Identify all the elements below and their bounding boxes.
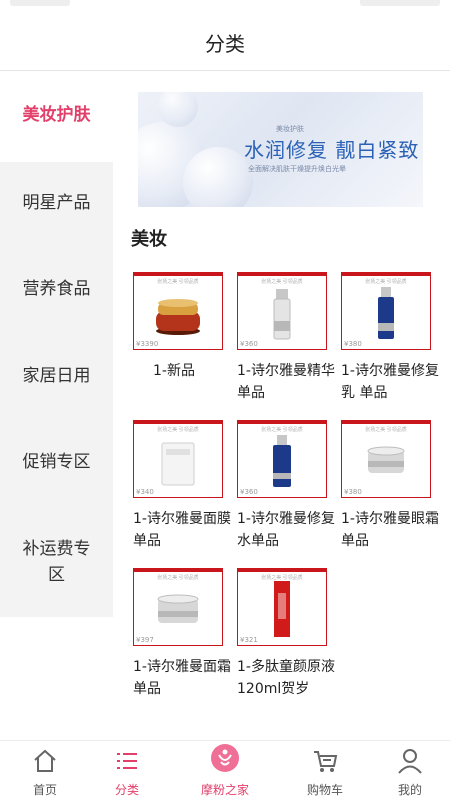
sidebar-item-label: 补运费专区: [22, 539, 91, 585]
sidebar-item-label: 美妆护肤: [22, 105, 91, 125]
product-image: 张扬之美 引领品质 ¥340: [133, 420, 223, 498]
product-image: 张扬之美 引领品质 ¥380: [341, 420, 431, 498]
toner-bottle-product-icon: [273, 435, 291, 487]
product-image: 张扬之美 引领品质 ¥360: [237, 272, 327, 350]
category-icon: [117, 753, 137, 769]
product-price: ¥380: [344, 488, 362, 496]
sidebar-item-label: 营养食品: [22, 279, 91, 299]
tab-brand-home[interactable]: 摩粉之家: [180, 741, 270, 801]
sidebar-item-nutrition-food[interactable]: 营养食品: [0, 276, 113, 302]
blue-bottle-product-icon: [378, 287, 394, 339]
sidebar-item-label: 促销专区: [22, 452, 91, 472]
product-price: ¥3390: [136, 340, 159, 348]
product-name: 1-诗尔雅曼修复乳 单品: [341, 363, 439, 401]
cart-icon: [314, 751, 338, 772]
tab-me[interactable]: 我的: [365, 741, 450, 801]
tab-label: 分类: [114, 783, 139, 797]
banner-headline: 水润修复 靓白紧致: [244, 138, 420, 162]
header: 分类: [0, 0, 450, 71]
banner-subtitle: 全面解决肌肤干燥提升焕白光晕: [248, 165, 346, 173]
product-image: 张扬之美 引领品质 ¥380: [341, 272, 431, 350]
sidebar-item-label: 家居日用: [22, 366, 91, 386]
serum-box-product-icon: [274, 581, 290, 637]
eye-cream-jar-product-icon: [367, 446, 405, 473]
sidebar-item-home-daily[interactable]: 家居日用: [0, 363, 113, 389]
page-title: 分类: [205, 32, 245, 56]
sidebar-item-shipping-fee[interactable]: 补运费专区: [0, 536, 113, 588]
product-name: 1-新品: [153, 363, 195, 379]
status-bar-left: [10, 0, 70, 6]
product-image: 张扬之美 引领品质 ¥3390: [133, 272, 223, 350]
category-sidebar: 美妆护肤 明星产品 营养食品 家居日用 促销专区 补运费专区: [0, 72, 113, 617]
bottom-tab-bar: 首页 分类 摩粉之家 购物车 我的: [0, 740, 450, 801]
promo-banner[interactable]: 美妆护肤 水润修复 靓白紧致 全面解决肌肤干燥提升焕白光晕: [138, 92, 423, 207]
product-price: ¥360: [240, 340, 258, 348]
tab-label: 购物车: [306, 783, 343, 797]
mask-box-product-icon: [161, 442, 195, 486]
product-name: 1-诗尔雅曼精华单品: [237, 363, 335, 401]
tab-cart[interactable]: 购物车: [280, 741, 370, 801]
home-icon: [34, 749, 56, 772]
product-image: 张扬之美 引领品质 ¥360: [237, 420, 327, 498]
product-name: 1-诗尔雅曼修复水单品: [237, 511, 335, 549]
status-bar-right: [360, 0, 440, 6]
tab-home[interactable]: 首页: [0, 741, 90, 801]
banner-kicker: 美妆护肤: [276, 125, 304, 133]
banner-bubble: [183, 147, 253, 207]
product-price: ¥321: [240, 636, 258, 644]
product-price: ¥380: [344, 340, 362, 348]
bottle-product-icon: [273, 289, 291, 340]
product-price: ¥340: [136, 488, 154, 496]
product-name: 1-诗尔雅曼面膜单品: [133, 511, 231, 549]
brand-icon: [211, 744, 239, 772]
sidebar-item-promotion[interactable]: 促销专区: [0, 449, 113, 475]
jar-product-icon: [156, 299, 200, 335]
face-cream-jar-product-icon: [157, 594, 199, 623]
sidebar-item-star-products[interactable]: 明星产品: [0, 190, 113, 216]
section-title: 美妆: [131, 229, 167, 250]
sidebar-item-beauty-skincare[interactable]: 美妆护肤: [0, 72, 113, 162]
product-price: ¥360: [240, 488, 258, 496]
tab-label: 我的: [397, 783, 422, 797]
product-name: 1-诗尔雅曼面霜单品: [133, 659, 231, 697]
user-icon: [398, 749, 422, 774]
product-price: ¥397: [136, 636, 154, 644]
product-name: 1-诗尔雅曼眼霜单品: [341, 511, 439, 549]
product-name: 1-多肽童颜原液120ml贺岁: [237, 659, 335, 697]
banner-bubble: [158, 92, 198, 127]
tab-label: 摩粉之家: [200, 783, 249, 797]
sidebar-item-label: 明星产品: [22, 193, 91, 213]
tab-category[interactable]: 分类: [82, 741, 172, 801]
product-image: 张扬之美 引领品质 ¥397: [133, 568, 223, 646]
category-content: 美妆护肤 水润修复 靓白紧致 全面解决肌肤干燥提升焕白光晕 美妆 张扬之美 引领…: [113, 72, 450, 740]
tab-label: 首页: [32, 783, 57, 797]
product-image: 张扬之美 引领品质 ¥321: [237, 568, 327, 646]
